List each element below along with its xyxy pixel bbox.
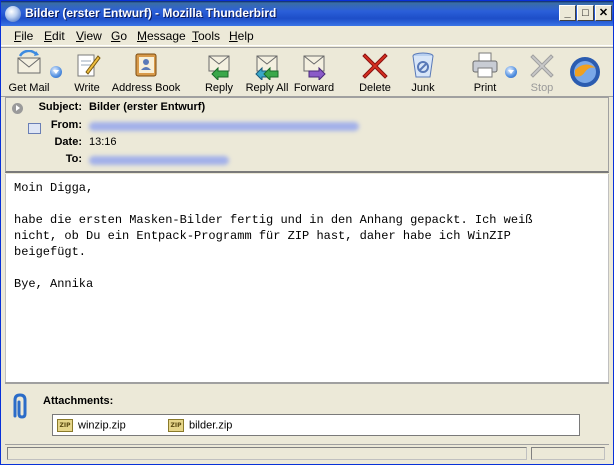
status-bar	[5, 444, 609, 462]
attachment-item[interactable]: ZIP winzip.zip	[57, 419, 126, 432]
to-value-redacted[interactable]	[89, 156, 229, 165]
menu-bar: File Edit View Go Message Tools Help	[1, 26, 613, 46]
menu-message-label: essage	[147, 29, 186, 43]
menu-go-label: o	[120, 29, 128, 43]
attachment-pane: Attachments: ZIP winzip.zip ZIP bilder.zip	[5, 382, 609, 442]
print-label: Print	[473, 82, 497, 94]
junk-button[interactable]: Junk	[405, 50, 441, 96]
message-body[interactable]: Moin Digga, habe die ersten Masken-Bilde…	[5, 174, 609, 382]
subject-value: Bilder (erster Entwurf)	[89, 101, 206, 113]
menu-tools[interactable]: Tools	[192, 29, 220, 43]
delete-button[interactable]: Delete	[356, 50, 394, 96]
attachment-name: bilder.zip	[189, 419, 233, 432]
minimize-button[interactable]: _	[559, 5, 576, 21]
header-collapse-icon[interactable]	[12, 103, 23, 114]
menu-view-mnemonic: V	[76, 29, 84, 43]
menu-help[interactable]: Help	[229, 29, 254, 43]
date-value: 13:16	[89, 136, 117, 148]
message-header-pane: Subject: Bilder (erster Entwurf) From: D…	[5, 97, 609, 173]
get-mail-button[interactable]: Get Mail	[7, 50, 51, 96]
address-book-label: Address Book	[111, 82, 181, 94]
attachments-label: Attachments:	[43, 395, 114, 407]
from-value-redacted[interactable]	[89, 122, 359, 131]
date-label: Date:	[54, 136, 82, 148]
print-icon	[472, 52, 498, 78]
menu-help-label: elp	[237, 29, 254, 43]
get-mail-dropdown-icon[interactable]	[50, 66, 62, 78]
reply-all-icon	[255, 55, 279, 80]
print-button[interactable]: Print	[467, 50, 503, 96]
write-icon	[77, 54, 101, 77]
reply-icon	[208, 55, 230, 80]
menu-edit-label: dit	[52, 29, 65, 43]
thunderbird-logo-icon	[570, 57, 600, 87]
maximize-button[interactable]: □	[577, 5, 594, 21]
delete-label: Delete	[359, 82, 391, 94]
reply-all-label: Reply All	[245, 82, 289, 94]
menu-message[interactable]: Message	[137, 29, 186, 43]
zip-file-icon: ZIP	[57, 419, 73, 432]
from-label: From:	[50, 119, 82, 131]
attachment-list: ZIP winzip.zip ZIP bilder.zip	[52, 414, 580, 436]
write-button[interactable]: Write	[69, 50, 105, 96]
forward-icon	[303, 55, 326, 80]
address-book-icon	[135, 53, 157, 77]
reply-all-button[interactable]: Reply All	[244, 50, 290, 96]
paperclip-icon	[13, 393, 27, 419]
menu-go[interactable]: Go	[111, 29, 127, 43]
menu-edit[interactable]: Edit	[44, 29, 65, 43]
stop-button[interactable]: Stop	[525, 50, 559, 96]
delete-icon	[362, 53, 388, 79]
menu-edit-mnemonic: E	[44, 29, 53, 43]
menu-tools-label: ools	[198, 29, 221, 43]
reply-button[interactable]: Reply	[201, 50, 237, 96]
to-label: To:	[65, 153, 82, 165]
junk-icon	[412, 52, 434, 78]
title-bar[interactable]: Bilder (erster Entwurf) - Mozilla Thunde…	[1, 1, 613, 26]
thunderbird-window: Bilder (erster Entwurf) - Mozilla Thunde…	[0, 0, 614, 465]
print-dropdown-icon[interactable]	[505, 66, 517, 78]
menu-message-mnemonic: M	[137, 29, 147, 43]
main-toolbar: Get Mail Write Address Book Reply Reply …	[1, 47, 613, 97]
status-progress-cell	[531, 447, 605, 460]
address-book-button[interactable]: Address Book	[111, 50, 181, 96]
menu-help-mnemonic: H	[229, 29, 238, 43]
forward-button[interactable]: Forward	[292, 50, 336, 96]
window-title: Bilder (erster Entwurf) - Mozilla Thunde…	[25, 6, 277, 20]
get-mail-label: Get Mail	[8, 82, 50, 94]
menu-file-label: ile	[21, 29, 34, 43]
get-mail-icon	[17, 50, 41, 74]
forward-label: Forward	[293, 82, 335, 94]
junk-label: Junk	[411, 82, 435, 94]
menu-view[interactable]: View	[76, 29, 102, 43]
thunderbird-app-icon	[5, 6, 21, 22]
zip-file-icon: ZIP	[168, 419, 184, 432]
reply-label: Reply	[204, 82, 234, 94]
menu-file[interactable]: File	[14, 29, 33, 43]
stop-label: Stop	[530, 82, 554, 94]
menu-view-label: iew	[83, 29, 102, 43]
write-label: Write	[74, 82, 100, 94]
attachment-item[interactable]: ZIP bilder.zip	[168, 419, 232, 432]
stop-icon	[530, 54, 554, 78]
close-button[interactable]: ✕	[595, 5, 612, 21]
status-text-cell	[7, 447, 527, 460]
attachment-name: winzip.zip	[78, 419, 126, 432]
menu-go-mnemonic: G	[111, 29, 121, 43]
subject-label: Subject:	[38, 101, 82, 113]
